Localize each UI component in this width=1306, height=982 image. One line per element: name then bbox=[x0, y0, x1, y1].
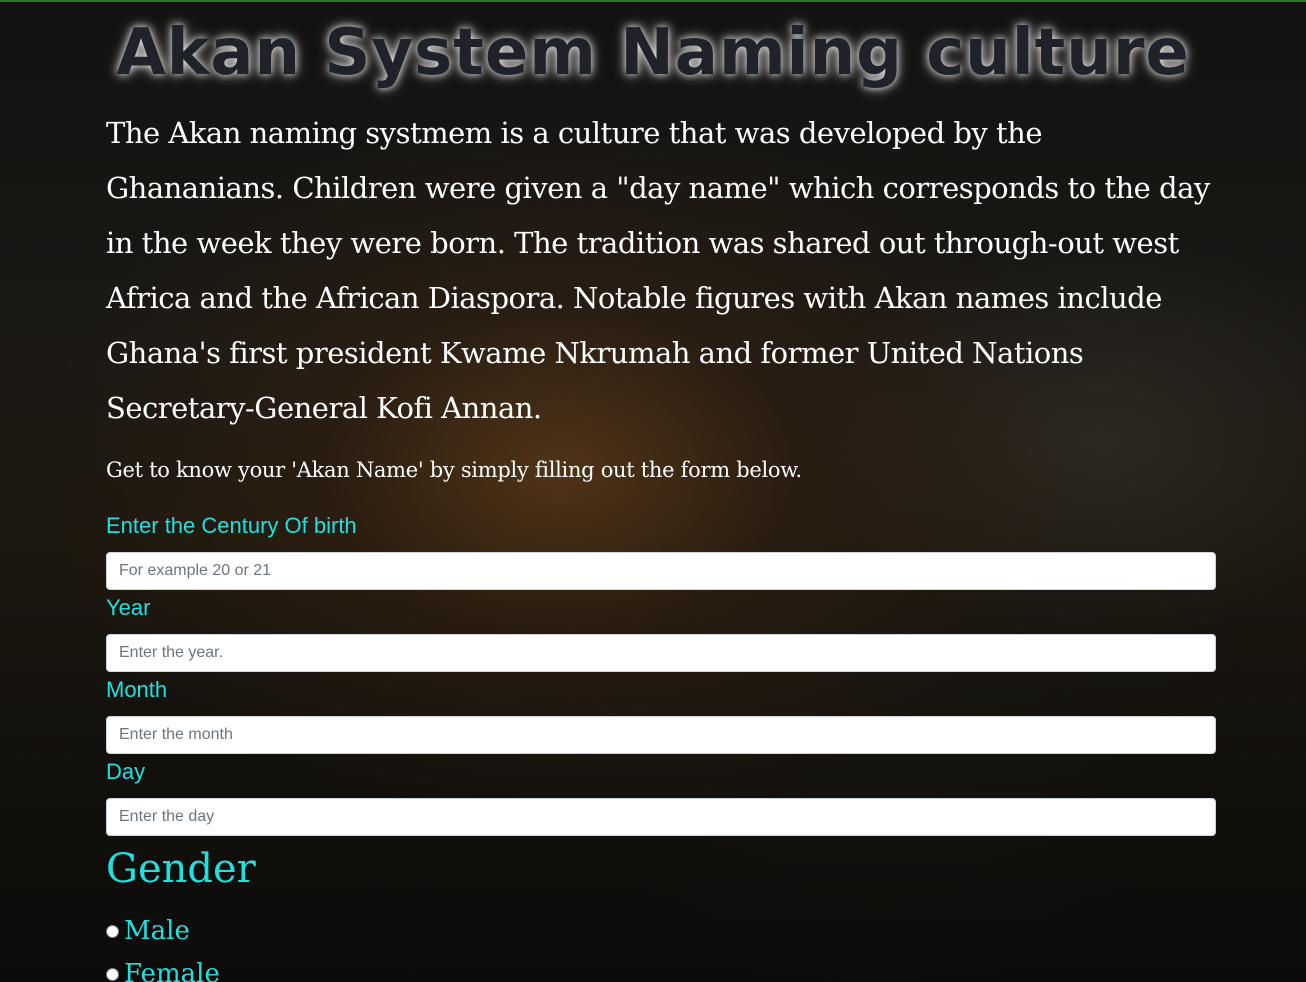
intro-paragraph: The Akan naming systmem is a culture tha… bbox=[106, 116, 1210, 425]
page-title: Akan System Naming culture bbox=[116, 16, 1190, 90]
year-input[interactable] bbox=[106, 634, 1216, 672]
male-label[interactable]: Male bbox=[124, 914, 190, 948]
form-instructions: Get to know your 'Akan Name' by simply f… bbox=[106, 458, 802, 482]
month-input[interactable] bbox=[106, 716, 1216, 754]
month-label: Month bbox=[106, 677, 168, 702]
century-input[interactable] bbox=[106, 552, 1216, 590]
day-input[interactable] bbox=[106, 798, 1216, 836]
female-label[interactable]: Female bbox=[124, 957, 220, 982]
year-label: Year bbox=[106, 595, 151, 620]
gender-option-male[interactable]: Male bbox=[106, 914, 190, 948]
gender-heading: Gender bbox=[106, 846, 256, 892]
gender-option-female[interactable]: Female bbox=[106, 957, 220, 982]
female-radio[interactable] bbox=[106, 967, 119, 981]
century-label: Enter the Century Of birth bbox=[106, 513, 357, 538]
day-label: Day bbox=[106, 759, 146, 784]
male-radio[interactable] bbox=[106, 924, 119, 938]
